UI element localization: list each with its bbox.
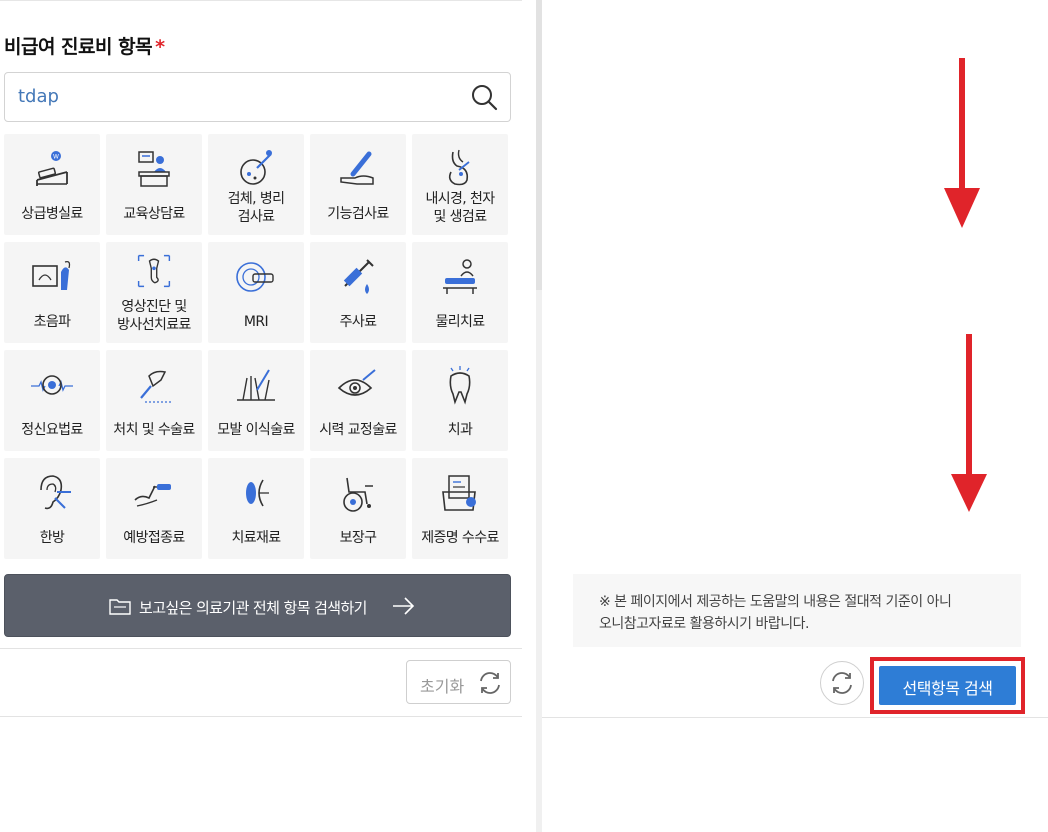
top-divider — [0, 0, 522, 2]
category-vision-correction[interactable]: 시력 교정술료 — [310, 350, 406, 451]
category-imaging[interactable]: 영상진단 및 방사선치료료 — [106, 242, 202, 343]
thermometer-hand-icon — [340, 151, 374, 185]
category-assistive-devices[interactable]: 보장구 — [310, 458, 406, 559]
arm-injection-icon — [134, 484, 171, 507]
certificate-folder-icon — [442, 475, 476, 511]
selected-items-search-label: 선택항목 검색 — [902, 679, 993, 698]
all-items-search-button[interactable]: 보고싶은 의료기관 전체 항목 검색하기 — [4, 574, 511, 637]
xray-bone-icon — [137, 254, 171, 288]
search-input[interactable]: tdap — [4, 72, 511, 122]
arrow-right-icon — [393, 597, 415, 615]
ultrasound-icon — [32, 260, 71, 290]
divider — [0, 716, 522, 717]
counseling-desk-icon — [138, 151, 170, 187]
category-surgery[interactable]: 처치 및 수술료 — [106, 350, 202, 451]
required-mark: * — [155, 36, 165, 58]
category-label: 주사료 — [339, 314, 377, 330]
divider — [0, 648, 522, 649]
category-vaccination[interactable]: 예방접종료 — [106, 458, 202, 559]
hair-transplant-icon — [237, 369, 275, 401]
category-ultrasound[interactable]: 초음파 — [4, 242, 100, 343]
category-label: MRI — [243, 314, 269, 330]
category-label: 물리치료 — [435, 314, 485, 330]
ear-acupuncture-icon — [40, 475, 71, 510]
selected-items-search-button[interactable]: 선택항목 검색 — [879, 666, 1016, 705]
hospital-bed-icon: W — [36, 151, 68, 186]
reset-button[interactable]: 초기화 — [406, 660, 511, 704]
category-label: 처치 및 수술료 — [113, 422, 195, 438]
category-certificate[interactable]: 제증명 수수료 — [412, 458, 508, 559]
category-label: 초음파 — [33, 314, 71, 330]
highlight-box: 선택항목 검색 — [870, 657, 1025, 714]
down-arrow-annotation — [944, 58, 980, 228]
help-notice: ※ 본 페이지에서 제공하는 도움말의 내용은 절대적 기준이 아니 오니참고자… — [573, 574, 1021, 647]
category-label: 정신요법료 — [21, 422, 83, 438]
category-label: 치료재료 — [231, 530, 281, 546]
category-physical-therapy[interactable]: 물리치료 — [412, 242, 508, 343]
specimen-test-icon — [240, 150, 272, 185]
category-label: 한방 — [39, 530, 65, 546]
category-specimen-test[interactable]: 검체, 병리 검사료 — [208, 134, 304, 235]
category-oriental-medicine[interactable]: 한방 — [4, 458, 100, 559]
category-psychotherapy[interactable]: 정신요법료 — [4, 350, 100, 451]
category-grid: W 상급병실료 교육상담료 검체, 병리 검사료 기능검사료 내시경, 천자 및… — [4, 134, 511, 562]
syringe-icon — [343, 259, 374, 294]
reset-label: 초기화 — [420, 677, 465, 696]
category-counseling[interactable]: 교육상담료 — [106, 134, 202, 235]
folder-icon — [109, 599, 131, 615]
category-label: 보장구 — [339, 530, 377, 546]
endoscope-stomach-icon — [448, 149, 470, 186]
refresh-icon — [480, 672, 500, 694]
category-mri[interactable]: MRI — [208, 242, 304, 343]
eye-laser-icon — [337, 369, 376, 396]
category-label: 상급병실료 — [21, 206, 83, 222]
lens-material-icon — [246, 479, 269, 507]
refresh-icon — [832, 672, 852, 694]
category-label: 내시경, 천자 및 생검료 — [425, 191, 495, 225]
category-premium-ward[interactable]: W 상급병실료 — [4, 134, 100, 235]
category-label: 제증명 수수료 — [421, 530, 499, 546]
refresh-button[interactable] — [820, 661, 864, 705]
divider — [542, 717, 1048, 718]
category-materials[interactable]: 치료재료 — [208, 458, 304, 559]
category-label: 교육상담료 — [123, 206, 185, 222]
category-label: 영상진단 및 방사선치료료 — [117, 299, 191, 333]
mri-icon — [236, 262, 274, 292]
section-title-text: 비급여 진료비 항목 — [4, 36, 153, 58]
right-panel: ※ 본 페이지에서 제공하는 도움말의 내용은 절대적 기준이 아니 오니참고자… — [542, 0, 1048, 832]
svg-text:W: W — [53, 154, 59, 161]
all-items-search-label: 보고싶은 의료기관 전체 항목 검색하기 — [139, 599, 367, 617]
category-hair-transplant[interactable]: 모발 이식술료 — [208, 350, 304, 451]
left-panel: 비급여 진료비 항목 * tdap W 상급병실료 교육상담료 검체, 병리 검… — [0, 0, 522, 832]
section-title: 비급여 진료비 항목 * — [4, 32, 165, 59]
brain-wave-icon — [31, 375, 73, 395]
category-label: 모발 이식술료 — [217, 422, 295, 438]
category-label: 예방접종료 — [123, 530, 185, 546]
help-notice-text: ※ 본 페이지에서 제공하는 도움말의 내용은 절대적 기준이 아니 오니참고자… — [599, 594, 952, 632]
search-icon[interactable] — [470, 83, 498, 111]
scalpel-hand-icon — [140, 370, 173, 403]
category-label: 기능검사료 — [327, 206, 389, 222]
physical-therapy-icon — [443, 259, 477, 294]
category-injection[interactable]: 주사료 — [310, 242, 406, 343]
category-endoscopy[interactable]: 내시경, 천자 및 생검료 — [412, 134, 508, 235]
category-label: 검체, 병리 검사료 — [227, 191, 285, 225]
category-label: 치과 — [447, 422, 473, 438]
search-input-value: tdap — [18, 86, 59, 107]
category-function-test[interactable]: 기능검사료 — [310, 134, 406, 235]
down-arrow-annotation — [951, 334, 987, 512]
wheelchair-icon — [343, 477, 373, 512]
category-label: 시력 교정술료 — [319, 422, 397, 438]
tooth-icon — [449, 366, 471, 405]
category-dental[interactable]: 치과 — [412, 350, 508, 451]
